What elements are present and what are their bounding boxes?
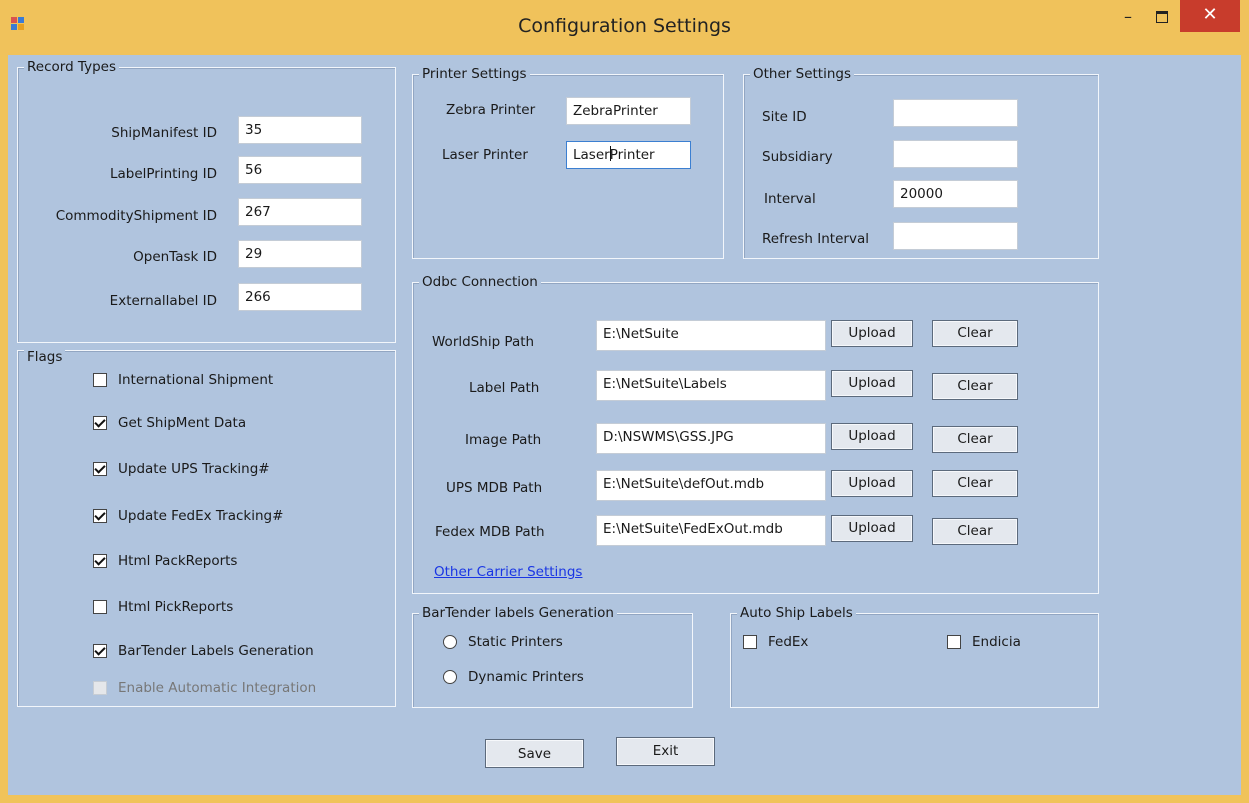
checkbox-box[interactable] — [743, 635, 757, 649]
checkbox-box[interactable] — [93, 509, 107, 523]
bartender-labels-group: BarTender labels Generation Static Print… — [412, 605, 693, 708]
worldship-upload-button[interactable]: Upload — [831, 320, 913, 347]
shipmanifest-id-input[interactable]: 35 — [238, 116, 362, 144]
refresh-interval-label: Refresh Interval — [762, 231, 869, 247]
close-button[interactable]: ✕ — [1180, 0, 1240, 32]
checkbox-box[interactable] — [947, 635, 961, 649]
ups-mdb-clear-button[interactable]: Clear — [932, 470, 1018, 497]
subsidiary-label: Subsidiary — [762, 149, 833, 165]
flags-title: Flags — [24, 349, 66, 366]
externallabel-id-input[interactable]: 266 — [238, 283, 362, 311]
label-path-label: Label Path — [469, 380, 540, 396]
form-client-area: Record Types ShipManifest ID 35 LabelPri… — [8, 55, 1241, 795]
worldship-path-input[interactable]: E:\NetSuite — [596, 320, 826, 351]
checkmark-icon — [94, 416, 106, 428]
bartender-labels-title: BarTender labels Generation — [419, 605, 617, 622]
commodityshipment-id-label: CommodityShipment ID — [55, 208, 217, 224]
checkmark-icon — [94, 509, 106, 521]
label-path-input[interactable]: E:\NetSuite\Labels — [596, 370, 826, 401]
dynamic-printers-radio[interactable]: Dynamic Printers — [443, 669, 584, 685]
other-settings-group: Other Settings Site ID Subsidiary Interv… — [743, 66, 1099, 259]
html-pickreports-checkbox[interactable]: Html PickReports — [93, 599, 233, 615]
fedex-mdb-upload-button[interactable]: Upload — [831, 515, 913, 542]
ups-mdb-path-label: UPS MDB Path — [446, 480, 543, 496]
flags-group: Flags International Shipment Get ShipMen… — [17, 349, 396, 707]
opentask-id-input[interactable]: 29 — [238, 240, 362, 268]
checkbox-box[interactable] — [93, 373, 107, 387]
international-shipment-checkbox[interactable]: International Shipment — [93, 372, 273, 388]
static-printers-radio[interactable]: Static Printers — [443, 634, 563, 650]
auto-ship-labels-group: Auto Ship Labels FedEx Endicia — [730, 605, 1099, 708]
fedex-mdb-path-input[interactable]: E:\NetSuite\FedExOut.mdb — [596, 515, 826, 546]
interval-input[interactable]: 20000 — [893, 180, 1018, 208]
laser-printer-input[interactable]: LaserPrinter — [566, 141, 691, 169]
laser-printer-label: Laser Printer — [442, 147, 528, 163]
maximize-button[interactable] — [1147, 0, 1177, 34]
interval-label: Interval — [764, 191, 816, 207]
window-title: Configuration Settings — [518, 15, 731, 37]
checkbox-box[interactable] — [93, 462, 107, 476]
zebra-printer-label: Zebra Printer — [446, 102, 536, 118]
minimize-button[interactable]: – — [1115, 0, 1141, 34]
label-path-clear-button[interactable]: Clear — [932, 373, 1018, 400]
checkbox-box[interactable] — [93, 554, 107, 568]
image-path-clear-button[interactable]: Clear — [932, 426, 1018, 453]
record-types-title: Record Types — [24, 59, 119, 76]
site-id-label: Site ID — [762, 109, 807, 125]
save-button[interactable]: Save — [485, 739, 584, 768]
image-path-input[interactable]: D:\NSWMS\GSS.JPG — [596, 423, 826, 454]
checkbox-box[interactable] — [93, 416, 107, 430]
record-types-group: Record Types ShipManifest ID 35 LabelPri… — [17, 59, 396, 343]
fedex-mdb-clear-button[interactable]: Clear — [932, 518, 1018, 545]
update-fedex-tracking-checkbox[interactable]: Update FedEx Tracking# — [93, 508, 283, 524]
checkmark-icon — [94, 554, 106, 566]
checkmark-icon — [94, 462, 106, 474]
labelprinting-id-input[interactable]: 56 — [238, 156, 362, 184]
ups-mdb-upload-button[interactable]: Upload — [831, 470, 913, 497]
odbc-connection-group: Odbc Connection WorldShip Path E:\NetSui… — [412, 274, 1099, 594]
shipmanifest-id-label: ShipManifest ID — [111, 125, 217, 141]
bartender-labels-generation-checkbox[interactable]: BarTender Labels Generation — [93, 643, 314, 659]
commodityshipment-id-input[interactable]: 267 — [238, 198, 362, 226]
maximize-icon — [1156, 11, 1168, 23]
checkbox-box[interactable] — [93, 644, 107, 658]
enable-automatic-integration-checkbox: Enable Automatic Integration — [93, 680, 316, 696]
odbc-connection-title: Odbc Connection — [419, 274, 541, 291]
checkmark-icon — [94, 644, 106, 656]
other-carrier-settings-link[interactable]: Other Carrier Settings — [434, 564, 582, 580]
printer-settings-group: Printer Settings Zebra Printer ZebraPrin… — [412, 66, 724, 259]
ups-mdb-path-input[interactable]: E:\NetSuite\defOut.mdb — [596, 470, 826, 501]
update-ups-tracking-checkbox[interactable]: Update UPS Tracking# — [93, 461, 270, 477]
html-packreports-checkbox[interactable]: Html PackReports — [93, 553, 237, 569]
fedex-checkbox[interactable]: FedEx — [743, 634, 808, 650]
image-path-upload-button[interactable]: Upload — [831, 423, 913, 450]
checkbox-box[interactable] — [93, 600, 107, 614]
labelprinting-id-label: LabelPrinting ID — [109, 166, 217, 182]
worldship-path-label: WorldShip Path — [432, 334, 535, 350]
endicia-checkbox[interactable]: Endicia — [947, 634, 1021, 650]
auto-ship-labels-title: Auto Ship Labels — [737, 605, 856, 622]
refresh-interval-input[interactable] — [893, 222, 1018, 250]
site-id-input[interactable] — [893, 99, 1018, 127]
radio-circle[interactable] — [443, 670, 457, 684]
zebra-printer-input[interactable]: ZebraPrinter — [566, 97, 691, 125]
exit-button[interactable]: Exit — [616, 737, 715, 766]
opentask-id-label: OpenTask ID — [133, 249, 217, 265]
image-path-label: Image Path — [465, 432, 542, 448]
label-path-upload-button[interactable]: Upload — [831, 370, 913, 397]
externallabel-id-label: Externallabel ID — [109, 293, 217, 309]
other-settings-title: Other Settings — [750, 66, 854, 83]
worldship-clear-button[interactable]: Clear — [932, 320, 1018, 347]
get-shipment-data-checkbox[interactable]: Get ShipMent Data — [93, 415, 246, 431]
subsidiary-input[interactable] — [893, 140, 1018, 168]
title-bar[interactable]: Configuration Settings – ✕ — [0, 0, 1249, 55]
printer-settings-title: Printer Settings — [419, 66, 530, 83]
fedex-mdb-path-label: Fedex MDB Path — [435, 524, 545, 540]
radio-circle[interactable] — [443, 635, 457, 649]
checkbox-box — [93, 681, 107, 695]
